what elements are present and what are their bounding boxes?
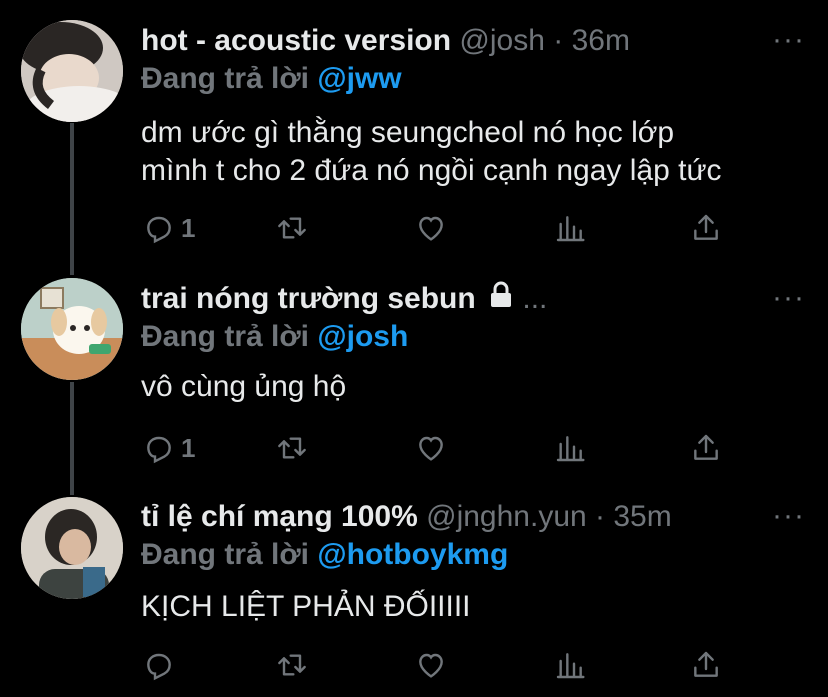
- username[interactable]: @jnghn.yun: [426, 500, 587, 533]
- analytics-icon: [556, 653, 585, 679]
- tweet-header: tỉ lệ chí mạng 100% @jnghn.yun · 35m: [141, 498, 672, 536]
- tweet-text-line: KỊCH LIỆT PHẢN ĐỐIIIII: [141, 590, 471, 623]
- like-button[interactable]: [415, 647, 447, 683]
- tweet-3[interactable]: tỉ lệ chí mạng 100% @jnghn.yun · 35m ···…: [0, 0, 828, 697]
- retweet-button[interactable]: [276, 647, 308, 683]
- analytics-button[interactable]: [554, 647, 586, 683]
- reply-button[interactable]: [143, 647, 175, 683]
- mention-link[interactable]: @hotboykmg: [317, 538, 508, 571]
- more-options-button[interactable]: ···: [772, 501, 805, 531]
- replying-to-label: Đang trả lời: [141, 538, 310, 571]
- like-icon: [419, 653, 443, 678]
- avatar[interactable]: [21, 497, 123, 599]
- retweet-icon: [278, 654, 306, 676]
- separator: ·: [595, 500, 606, 533]
- tweet-text: KỊCH LIỆT PHẢN ĐỐIIIII: [141, 588, 471, 626]
- display-name[interactable]: tỉ lệ chí mạng 100%: [141, 500, 418, 533]
- action-bar: [0, 647, 828, 683]
- timestamp[interactable]: 35m: [613, 500, 671, 533]
- share-button[interactable]: [690, 647, 722, 683]
- replying-to: Đang trả lời @hotboykmg: [141, 536, 508, 574]
- reply-icon: [147, 653, 171, 681]
- share-icon: [694, 651, 718, 677]
